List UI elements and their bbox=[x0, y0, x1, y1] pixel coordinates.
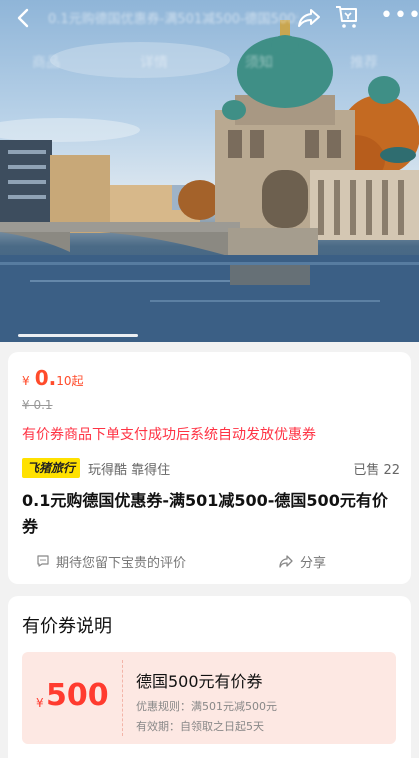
action-row: 期待您留下宝贵的评价 分享 bbox=[8, 550, 411, 572]
section-title: 有价券说明 bbox=[22, 616, 112, 637]
share-icon bbox=[279, 555, 293, 568]
shop-name[interactable]: 玩得酷 靠得住 bbox=[88, 459, 170, 478]
original-price: ¥ 0.1 bbox=[22, 398, 53, 412]
top-nav-bar: 0.1元购德国优惠券-满501减500-德国500元有价券 ••• bbox=[0, 0, 419, 36]
share-button[interactable]: 分享 bbox=[278, 550, 326, 572]
voucher-divider bbox=[122, 660, 123, 736]
price: ¥ 0.10起 bbox=[22, 366, 84, 392]
voucher-amount: 500 bbox=[46, 678, 109, 713]
voucher-rule: 优惠规则：满501元减500元 bbox=[136, 700, 277, 713]
voucher-name: 德国500元有价券 bbox=[136, 672, 263, 691]
share-label: 分享 bbox=[300, 555, 327, 571]
voucher-notice: 有价券商品下单支付成功后系统自动发放优惠券 bbox=[22, 427, 316, 443]
more-icon[interactable]: ••• bbox=[380, 5, 419, 28]
product-title: 0.1元购德国优惠券-满501减500-德国500元有价券 bbox=[22, 491, 388, 536]
voucher-amount-block: ¥ 500 bbox=[22, 652, 122, 744]
tab-recommend[interactable]: 推荐 bbox=[350, 52, 378, 72]
share-icon[interactable] bbox=[296, 5, 322, 31]
tab-notice[interactable]: 须知 bbox=[245, 52, 273, 72]
tab-product[interactable]: 商品 bbox=[32, 52, 60, 72]
section-tabs: 商品 详情 须知 推荐 bbox=[0, 52, 419, 76]
price-decimal: 10起 bbox=[56, 374, 84, 388]
shop-row: 飞猪旅行 玩得酷 靠得住 已售 22 bbox=[22, 458, 400, 478]
brand-badge[interactable]: 飞猪旅行 bbox=[22, 458, 81, 478]
review-button[interactable]: 期待您留下宝贵的评价 bbox=[36, 550, 186, 572]
voucher-ticket[interactable]: ¥ 500 德国500元有价券 优惠规则：满501元减500元 有效期：自领取之… bbox=[22, 652, 396, 744]
sold-count: 已售 22 bbox=[353, 463, 400, 478]
back-arrow-icon[interactable] bbox=[12, 6, 36, 30]
product-info-card: ¥ 0.10起 ¥ 0.1 有价券商品下单支付成功后系统自动发放优惠券 飞猪旅行… bbox=[8, 352, 411, 584]
voucher-validity: 有效期：自领取之日起5天 bbox=[136, 720, 264, 733]
nav-title: 0.1元购德国优惠券-满501减500-德国500元有价券 bbox=[48, 12, 298, 27]
carousel-indicator bbox=[18, 334, 138, 337]
comment-icon bbox=[37, 555, 49, 567]
cart-icon[interactable] bbox=[334, 4, 360, 30]
voucher-currency-symbol: ¥ bbox=[36, 696, 44, 710]
price-integer: 0. bbox=[34, 366, 57, 390]
review-label: 期待您留下宝贵的评价 bbox=[56, 555, 187, 571]
voucher-section: 有价券说明 ¥ 500 德国500元有价券 优惠规则：满501元减500元 有效… bbox=[8, 596, 411, 758]
tab-details[interactable]: 详情 bbox=[140, 52, 168, 72]
price-symbol: ¥ bbox=[22, 374, 30, 388]
